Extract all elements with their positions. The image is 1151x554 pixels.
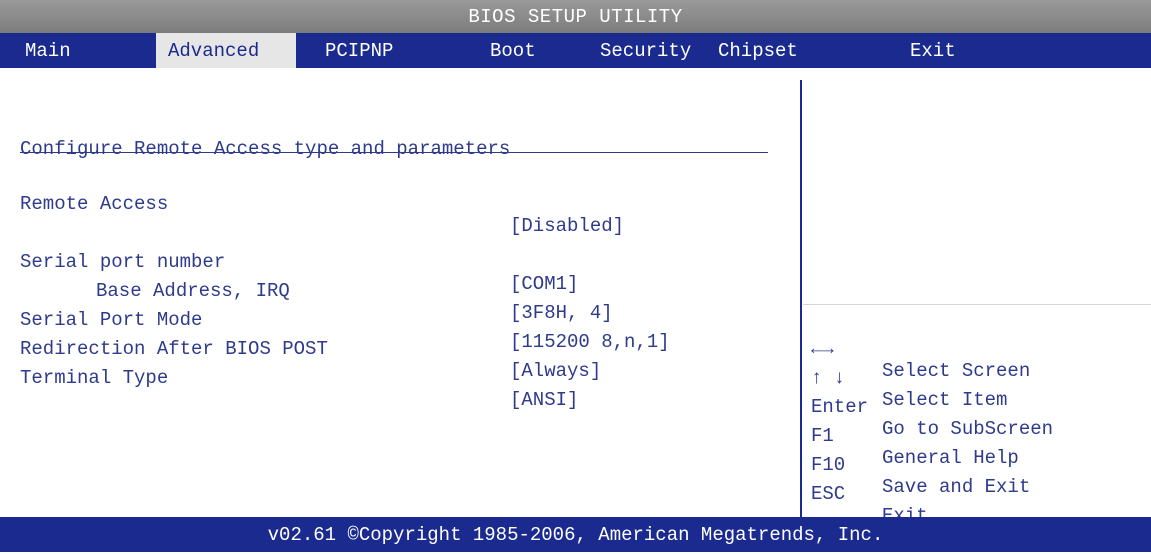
setting-remote-access[interactable]: Remote Access [Disabled] <box>20 171 624 237</box>
title-bar: BIOS SETUP UTILITY <box>0 0 1151 33</box>
tab-main[interactable]: Main <box>20 33 116 68</box>
help-action: Save and Exit <box>882 476 1031 498</box>
help-action: Go to SubScreen <box>882 418 1054 440</box>
setting-value[interactable]: [115200 8,n,1] <box>510 331 670 353</box>
setting-value: [3F8H, 4] <box>510 302 613 324</box>
setting-value[interactable]: [ANSI] <box>510 389 578 411</box>
setting-label: Serial Port Mode <box>20 309 203 331</box>
help-key: ESC <box>811 483 846 505</box>
help-action: General Help <box>882 447 1019 469</box>
tab-bar: Main Advanced PCIPNP Boot Security Chips… <box>0 33 1151 68</box>
tab-chipset[interactable]: Chipset <box>718 33 838 68</box>
panel-divider <box>800 80 802 517</box>
setting-label: Serial port number <box>20 251 226 273</box>
setting-value[interactable]: [Disabled] <box>510 215 624 237</box>
help-action: Select Item <box>882 389 1008 411</box>
section-rule <box>20 152 768 153</box>
tab-boot[interactable]: Boot <box>480 33 560 68</box>
setting-value[interactable]: [Always] <box>510 360 601 382</box>
tab-security[interactable]: Security <box>590 33 720 68</box>
setting-label: Remote Access <box>20 193 169 215</box>
help-divider <box>803 304 1151 305</box>
setting-label: Redirection After BIOS POST <box>20 338 328 360</box>
copyright-footer: v02.61 ©Copyright 1985-2006, American Me… <box>0 517 1151 552</box>
section-description: Configure Remote Access type and paramet… <box>20 138 511 160</box>
bios-title: BIOS SETUP UTILITY <box>468 6 683 28</box>
tab-pcipnp[interactable]: PCIPNP <box>300 33 410 68</box>
setting-value[interactable]: [COM1] <box>510 273 578 295</box>
setting-label: Base Address, IRQ <box>96 280 290 302</box>
setting-label: Terminal Type <box>20 367 169 389</box>
tab-advanced[interactable]: Advanced <box>156 33 296 68</box>
help-action: Select Screen <box>882 360 1031 382</box>
setting-terminal-type[interactable]: Terminal Type [ANSI] <box>20 345 578 411</box>
tab-exit[interactable]: Exit <box>910 33 990 68</box>
